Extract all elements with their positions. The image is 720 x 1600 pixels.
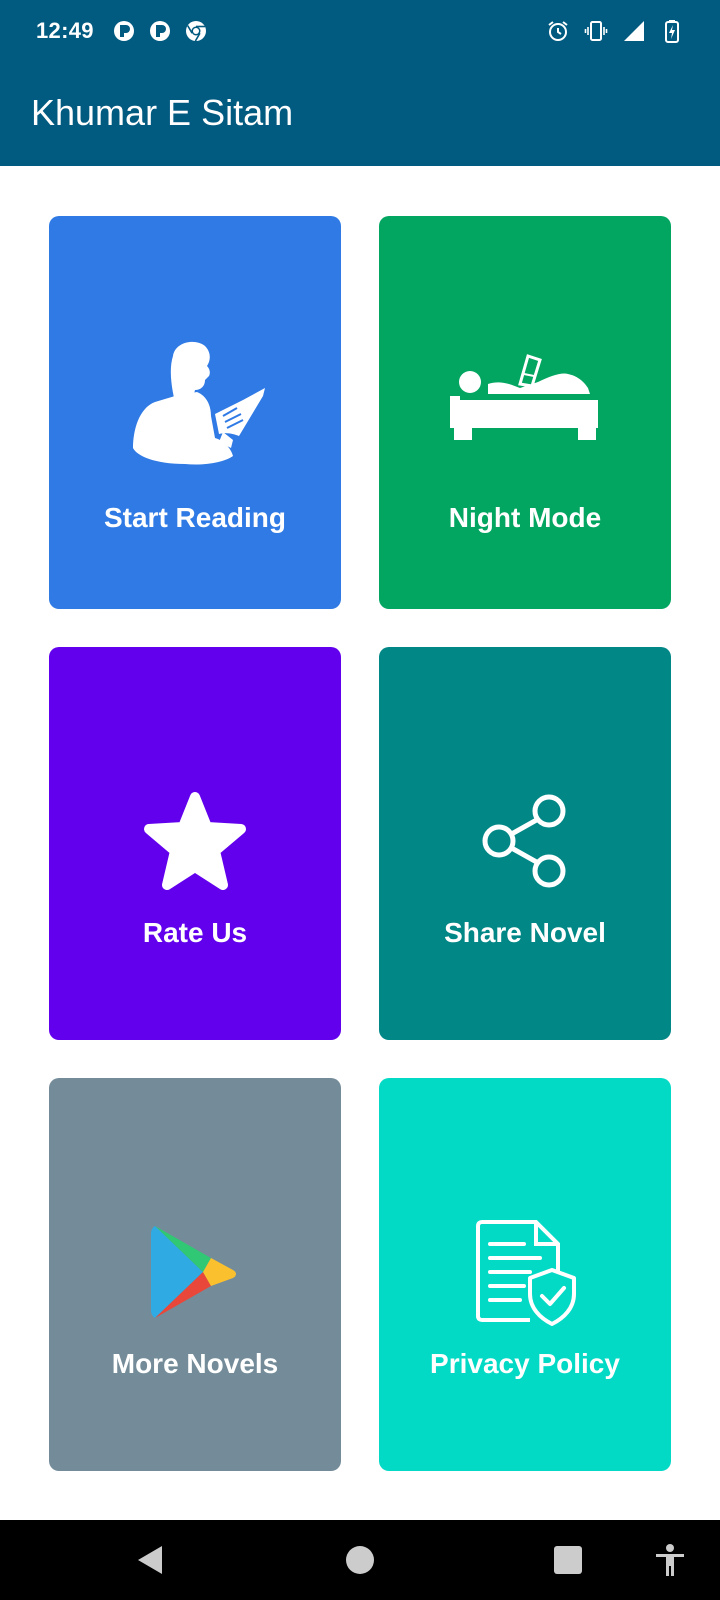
person-reading-icon <box>133 341 265 465</box>
tile-label: Share Novel <box>444 917 606 948</box>
privacy-document-icon <box>476 1220 576 1326</box>
tile-label: Start Reading <box>103 502 287 533</box>
tile-label: More Novels <box>111 1348 279 1379</box>
menu-grid: Start Reading Night Mode Rate Us Share N… <box>0 166 720 1520</box>
alarm-icon <box>548 21 568 41</box>
share-icon <box>482 794 566 888</box>
battery-charging-icon <box>665 20 679 43</box>
accessibility-icon[interactable] <box>652 1542 688 1578</box>
person-reading-in-bed-icon <box>450 354 598 440</box>
start-reading-button[interactable]: Start Reading <box>49 216 341 609</box>
status-system-icons <box>546 18 684 44</box>
tile-label: Privacy Policy <box>430 1348 620 1379</box>
back-icon[interactable] <box>134 1542 170 1578</box>
notification-app-icon <box>150 21 170 41</box>
rate-us-button[interactable]: Rate Us <box>49 647 341 1040</box>
privacy-policy-button[interactable]: Privacy Policy <box>379 1078 671 1471</box>
navigation-bar <box>0 1520 720 1600</box>
more-novels-button[interactable]: More Novels <box>49 1078 341 1471</box>
status-bar: 12:49 <box>0 0 720 62</box>
chrome-icon <box>186 21 206 42</box>
night-mode-button[interactable]: Night Mode <box>379 216 671 609</box>
home-icon[interactable] <box>342 1542 378 1578</box>
tile-label: Night Mode <box>448 502 602 533</box>
status-notification-icons <box>112 19 208 43</box>
vibrate-icon <box>584 21 608 41</box>
app-bar: Khumar E Sitam <box>0 62 720 166</box>
play-store-icon <box>151 1226 236 1318</box>
status-time: 12:49 <box>36 18 94 43</box>
signal-icon <box>624 21 644 41</box>
app-title: Khumar E Sitam <box>31 92 294 133</box>
tile-label: Rate Us <box>142 917 248 948</box>
notification-app-icon <box>114 21 134 41</box>
recents-icon[interactable] <box>550 1542 586 1578</box>
star-icon <box>144 792 246 890</box>
share-novel-button[interactable]: Share Novel <box>379 647 671 1040</box>
